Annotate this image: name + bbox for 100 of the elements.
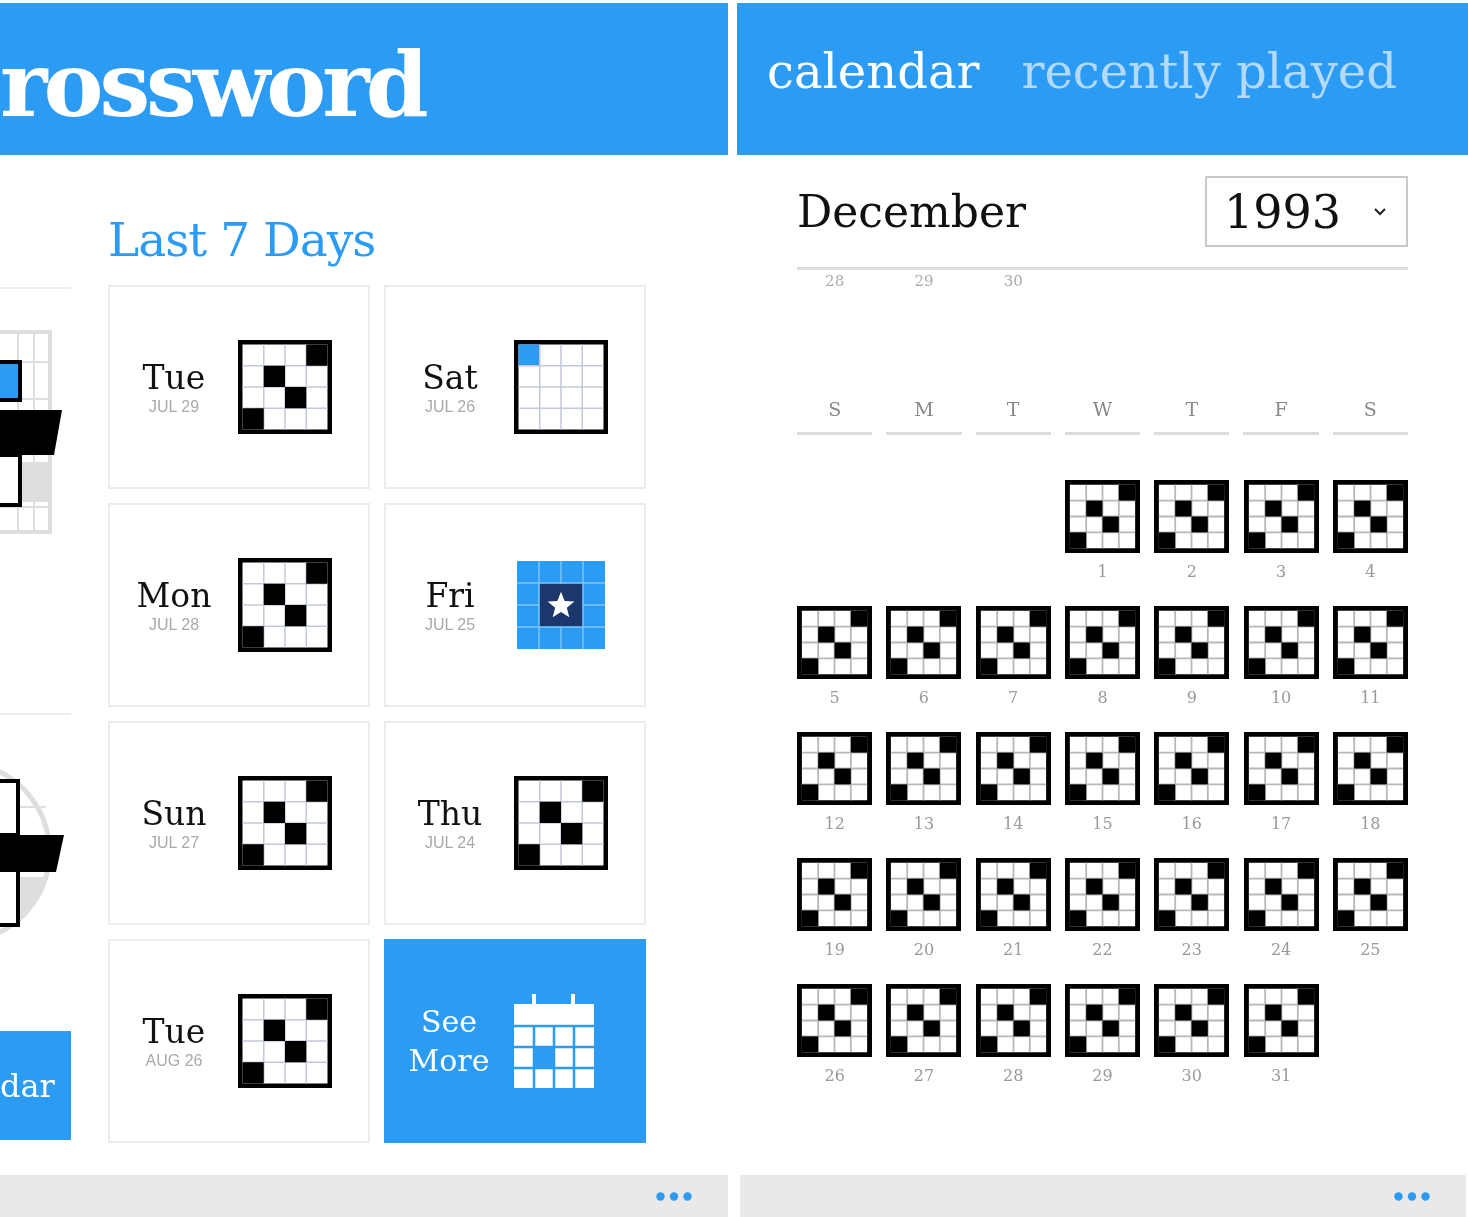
date-label: JUL 28 xyxy=(148,616,200,634)
day-number: 25 xyxy=(1360,941,1381,959)
calendar-icon xyxy=(514,994,594,1088)
day-number: 10 xyxy=(1270,689,1292,707)
crossword-grid-icon[interactable] xyxy=(1065,732,1140,805)
day-number: 28 xyxy=(825,272,845,290)
weekday-label: S xyxy=(797,398,873,435)
day-number: 31 xyxy=(1270,1067,1292,1085)
section-title: Last 7 Days xyxy=(108,211,376,269)
app-title: rossword xyxy=(0,39,425,129)
crossword-grid-icon[interactable] xyxy=(1154,984,1230,1057)
crossword-grid-icon xyxy=(238,776,332,870)
puzzle-tile[interactable]: Tue JUL 29 xyxy=(108,285,370,489)
crossword-grid-icon[interactable] xyxy=(886,606,962,679)
chevron-icon xyxy=(1374,207,1386,216)
weekday-label: T xyxy=(1154,398,1230,435)
blank-grid-icon xyxy=(514,340,608,434)
day-number: 14 xyxy=(1003,815,1024,833)
crossword-grid-icon[interactable] xyxy=(1243,732,1319,805)
day-number: 2 xyxy=(1186,563,1197,581)
crossword-grid-icon[interactable] xyxy=(1332,480,1408,553)
crossword-grid-icon[interactable] xyxy=(975,984,1051,1057)
day-number: 17 xyxy=(1270,815,1292,833)
crossword-grid-icon xyxy=(238,994,332,1088)
weekday-label: M xyxy=(886,398,962,435)
weekday-label: F xyxy=(1243,398,1319,435)
day-number: 7 xyxy=(1008,689,1019,707)
day-number: 22 xyxy=(1092,941,1113,959)
date-label: AUG 26 xyxy=(145,1052,203,1070)
crossword-grid-icon[interactable] xyxy=(1332,732,1408,805)
month-title: December xyxy=(797,186,1026,237)
crossword-grid-icon[interactable] xyxy=(1154,480,1230,553)
crossword-grid-icon[interactable] xyxy=(1332,606,1408,679)
day-number: 26 xyxy=(824,1067,845,1085)
crossword-grid-icon[interactable] xyxy=(1065,858,1140,931)
day-number: 8 xyxy=(1097,689,1108,707)
crossword-grid-icon[interactable] xyxy=(975,606,1051,679)
day-number: 11 xyxy=(1360,689,1381,707)
puzzle-tile[interactable]: Thu JUL 24 xyxy=(384,721,646,925)
day-number: 27 xyxy=(913,1067,935,1085)
day-label: Fri xyxy=(425,576,475,616)
day-label: Sat xyxy=(422,358,478,398)
day-label: Sun xyxy=(141,794,207,834)
crossword-grid-icon[interactable] xyxy=(975,732,1051,805)
crossword-grid-icon[interactable] xyxy=(886,984,962,1057)
day-number: 29 xyxy=(914,272,934,290)
puzzle-tile[interactable]: Sat JUL 26 xyxy=(384,285,646,489)
crossword-grid-icon xyxy=(514,776,608,870)
crossword-grid-icon[interactable] xyxy=(1065,606,1140,679)
puzzle-tile[interactable]: Mon JUL 28 xyxy=(108,503,370,707)
crossword-grid-icon[interactable] xyxy=(797,858,873,931)
puzzle-tile[interactable]: Fri JUL 25 xyxy=(384,503,646,707)
crossword-grid-icon xyxy=(238,558,332,652)
day-number: 6 xyxy=(918,689,929,707)
day-number: 3 xyxy=(1275,563,1287,581)
weekday-label: S xyxy=(1332,398,1408,435)
day-number: 28 xyxy=(1003,1067,1024,1085)
day-number: 4 xyxy=(1365,563,1376,581)
crossword-grid-icon[interactable] xyxy=(1065,984,1140,1057)
puzzle-tile[interactable]: Sun JUL 27 xyxy=(108,721,370,925)
day-number: 9 xyxy=(1186,689,1197,707)
weekday-label: W xyxy=(1064,398,1141,435)
crossword-grid-icon[interactable] xyxy=(1243,984,1319,1057)
date-label: JUL 26 xyxy=(424,398,476,416)
year-dropdown[interactable]: 1993 xyxy=(1205,176,1408,247)
crossword-grid-icon[interactable] xyxy=(1243,606,1319,679)
date-label: JUL 29 xyxy=(148,398,200,416)
day-number: 18 xyxy=(1360,815,1381,833)
day-number: 19 xyxy=(824,941,845,959)
day-number: 24 xyxy=(1270,941,1292,959)
crossword-grid-icon[interactable] xyxy=(797,606,873,679)
day-number: 23 xyxy=(1181,941,1202,959)
puzzle-tile[interactable]: Tue AUG 26 xyxy=(108,939,370,1143)
day-label: Mon xyxy=(136,576,212,616)
day-number: 29 xyxy=(1092,1067,1113,1085)
crossword-grid-icon xyxy=(238,340,332,434)
crossword-grid-icon[interactable] xyxy=(975,858,1051,931)
day-label: Tue xyxy=(142,1012,206,1052)
day-number: 21 xyxy=(1003,941,1024,959)
crossword-grid-icon[interactable] xyxy=(886,858,962,931)
crossword-grid-icon[interactable] xyxy=(1065,480,1140,553)
crossword-grid-icon[interactable] xyxy=(797,984,873,1057)
crossword-grid-icon[interactable] xyxy=(1243,480,1319,553)
day-number: 20 xyxy=(913,941,935,959)
star-grid-icon xyxy=(517,561,605,649)
day-number: 30 xyxy=(1181,1067,1202,1085)
crossword-grid-icon[interactable] xyxy=(797,732,873,805)
weekday-label: T xyxy=(975,398,1051,435)
crossword-grid-icon[interactable] xyxy=(1154,732,1230,805)
crossword-grid-icon[interactable] xyxy=(1332,858,1408,931)
crossword-grid-icon[interactable] xyxy=(1154,858,1230,931)
day-number: 1 xyxy=(1097,563,1108,581)
crossword-grid-icon[interactable] xyxy=(886,732,962,805)
date-label: JUL 25 xyxy=(424,616,476,634)
day-number: 12 xyxy=(824,815,845,833)
crossword-grid-icon[interactable] xyxy=(1154,606,1230,679)
date-label: JUL 27 xyxy=(148,834,200,852)
day-number: 16 xyxy=(1181,815,1202,833)
day-number: 13 xyxy=(913,815,935,833)
crossword-grid-icon[interactable] xyxy=(1243,858,1319,931)
